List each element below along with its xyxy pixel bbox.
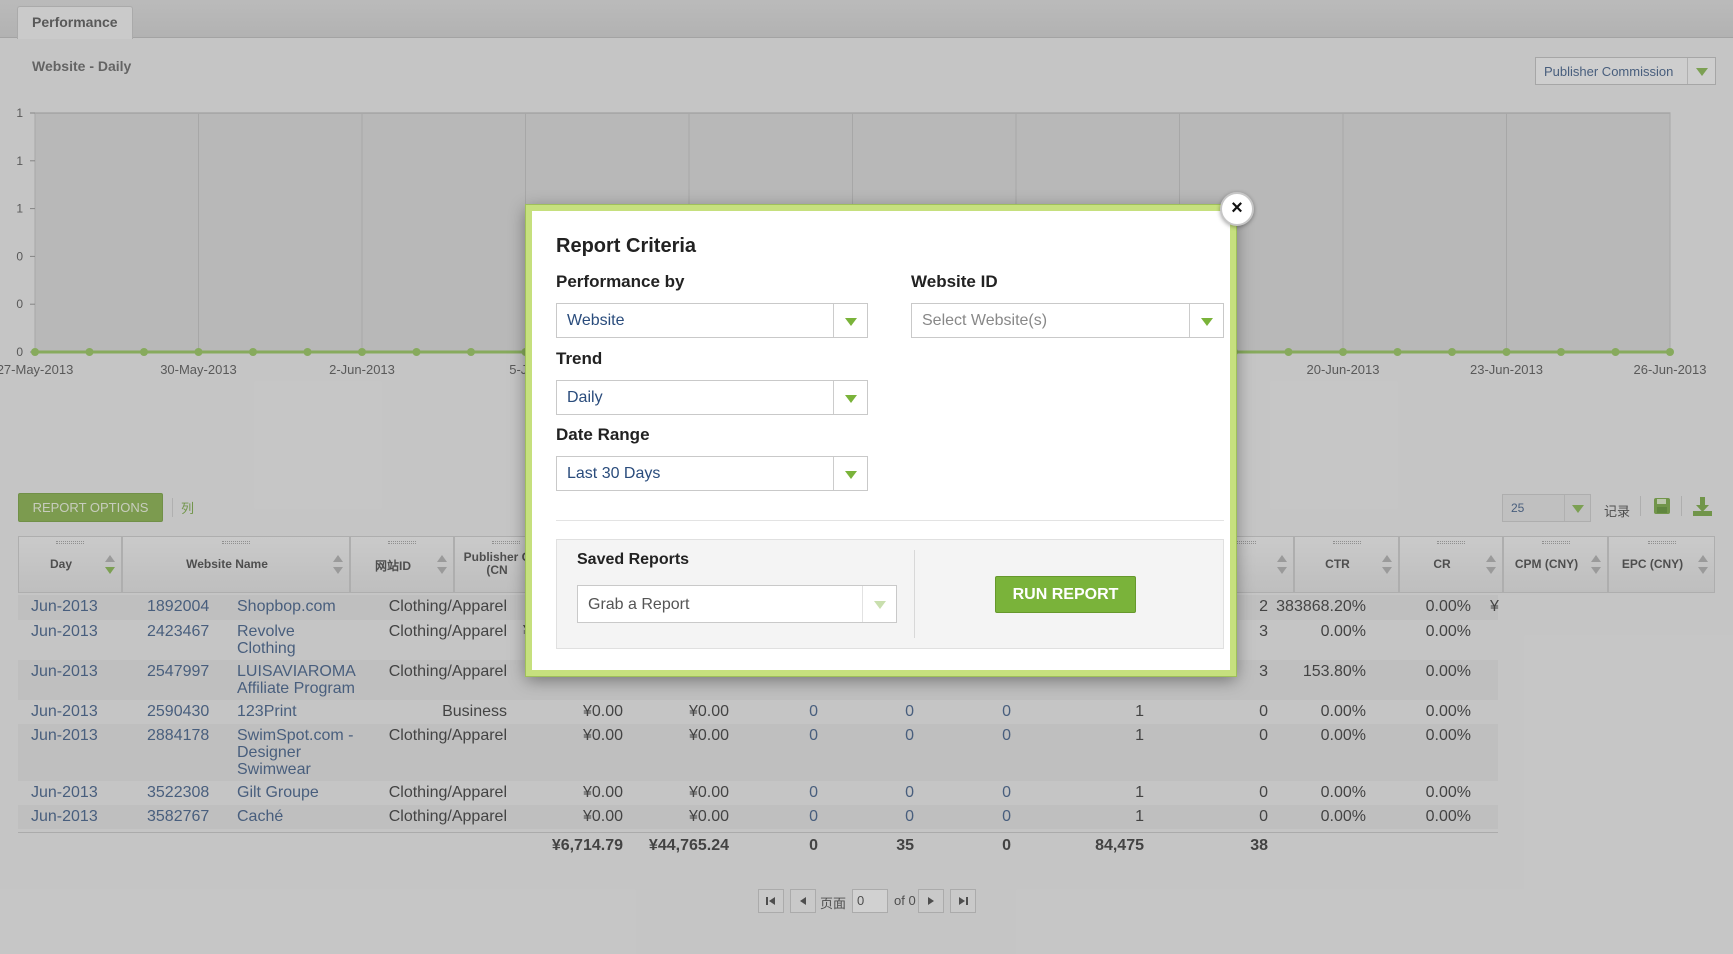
trend-select[interactable]: Daily [556,380,868,415]
date-range-label: Date Range [556,425,650,444]
chevron-down-icon[interactable] [862,586,896,622]
modal-title: Report Criteria [556,235,697,257]
performance-by-label: Performance by [556,272,685,291]
run-report-button[interactable]: RUN REPORT [995,576,1136,613]
saved-reports-label: Saved Reports [577,551,690,568]
chevron-down-icon[interactable] [833,457,867,490]
report-criteria-modal: Report Criteria Performance by Website W… [526,205,1236,676]
trend-value: Daily [567,389,603,406]
date-range-select[interactable]: Last 30 Days [556,456,868,491]
saved-reports-panel: Saved Reports Grab a Report RUN REPORT [556,539,1224,649]
performance-by-select[interactable]: Website [556,303,868,338]
chevron-down-icon[interactable] [833,381,867,414]
performance-by-value: Website [567,312,625,329]
chevron-down-icon[interactable] [833,304,867,337]
divider [914,550,915,638]
website-id-placeholder: Select Website(s) [922,312,1048,329]
saved-reports-placeholder: Grab a Report [588,596,690,613]
divider [556,520,1224,521]
saved-reports-select[interactable]: Grab a Report [577,585,897,623]
close-button[interactable]: × [1220,192,1254,226]
chevron-down-icon[interactable] [1189,304,1223,337]
website-id-select[interactable]: Select Website(s) [911,303,1224,338]
website-id-label: Website ID [911,272,998,291]
date-range-value: Last 30 Days [567,465,661,482]
trend-label: Trend [556,349,603,368]
